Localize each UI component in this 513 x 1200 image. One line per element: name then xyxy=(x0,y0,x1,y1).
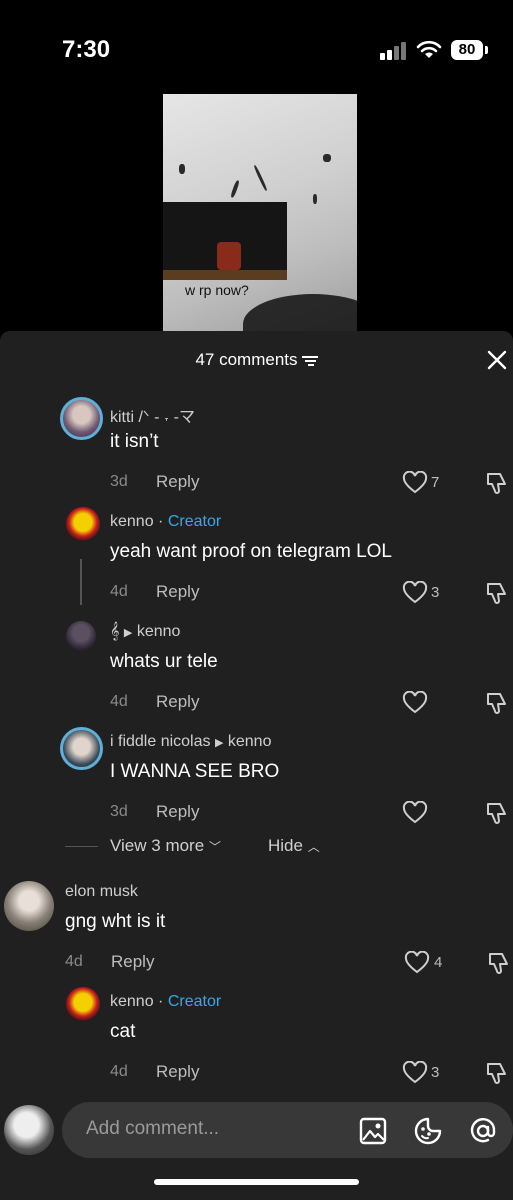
comment-username[interactable]: 𝄞 ▶ kenno xyxy=(110,623,180,641)
thread-divider xyxy=(65,846,98,847)
avatar[interactable] xyxy=(66,987,100,1021)
heart-icon[interactable] xyxy=(402,581,428,605)
dislike-icon[interactable] xyxy=(486,950,512,976)
reply-button[interactable]: Reply xyxy=(156,692,199,712)
comment-username[interactable]: kenno · Creator xyxy=(110,993,221,1011)
reply-to-username[interactable]: kenno xyxy=(137,623,181,640)
comment-age: 3d xyxy=(110,803,128,820)
comment-text: it isn’t xyxy=(110,431,159,452)
reply-button[interactable]: Reply xyxy=(156,1062,199,1082)
comments-count: 47 comments xyxy=(0,350,513,370)
comments-header: 47 comments xyxy=(0,331,513,389)
dislike-icon[interactable] xyxy=(484,800,510,826)
heart-icon[interactable] xyxy=(404,951,430,975)
image-icon[interactable] xyxy=(358,1116,388,1146)
like-count: 7 xyxy=(431,474,440,491)
avatar[interactable] xyxy=(66,507,100,541)
comment-age: 4d xyxy=(110,693,128,710)
comment-text: whats ur tele xyxy=(110,651,218,672)
comment-age: 4d xyxy=(110,1063,128,1080)
thread-line xyxy=(80,559,82,605)
wifi-icon xyxy=(416,40,442,58)
chevron-down-icon: ﹀ xyxy=(208,840,221,854)
comment-username[interactable]: i fiddle nicolas ▶ kenno xyxy=(110,733,271,751)
comment-age: 3d xyxy=(110,473,128,490)
home-indicator xyxy=(154,1179,359,1185)
comment-age: 4d xyxy=(110,583,128,600)
avatar[interactable] xyxy=(4,881,54,931)
reply-button[interactable]: Reply xyxy=(156,582,199,602)
chevron-up-icon: ︿ xyxy=(307,840,320,854)
mention-icon[interactable] xyxy=(468,1116,498,1146)
avatar[interactable] xyxy=(60,397,103,440)
comment-text: gng wht is it xyxy=(65,911,166,932)
close-icon[interactable] xyxy=(484,347,510,373)
hide-replies-button[interactable]: Hide ︿ xyxy=(268,836,320,856)
battery-indicator: 80 xyxy=(451,40,488,60)
video-game-frame xyxy=(163,202,287,280)
emoji-icon[interactable] xyxy=(413,1116,443,1146)
like-count: 3 xyxy=(431,1064,440,1081)
heart-icon[interactable] xyxy=(402,1061,428,1085)
comments-sheet: 47 comments kitti /ᐠ - ˕ -マ it isn’t 3d … xyxy=(0,331,513,1200)
reply-button[interactable]: Reply xyxy=(111,952,154,972)
reply-to-username[interactable]: kenno xyxy=(228,733,272,750)
reply-button[interactable]: Reply xyxy=(156,802,199,822)
avatar[interactable] xyxy=(60,727,103,770)
heart-icon[interactable] xyxy=(402,801,428,825)
status-bar: 7:30 80 xyxy=(0,0,513,90)
like-count: 3 xyxy=(431,584,440,601)
dislike-icon[interactable] xyxy=(484,690,510,716)
comment-username[interactable]: elon musk xyxy=(65,883,138,901)
status-time: 7:30 xyxy=(62,36,111,63)
comment-username[interactable]: kenno · Creator xyxy=(110,513,221,531)
video-player[interactable]: w rp now? xyxy=(163,94,357,331)
creator-badge: Creator xyxy=(167,513,222,530)
dislike-icon[interactable] xyxy=(484,580,510,606)
dislike-icon[interactable] xyxy=(484,470,510,496)
comment-text: I WANNA SEE BRO xyxy=(110,761,280,782)
creator-badge: Creator xyxy=(167,993,222,1010)
video-caption: w rp now? xyxy=(185,282,249,298)
comment-text: cat xyxy=(110,1021,136,1042)
reply-button[interactable]: Reply xyxy=(156,472,199,492)
comment-age: 4d xyxy=(65,953,83,970)
comment-composer xyxy=(0,1090,513,1200)
sort-icon[interactable] xyxy=(301,355,318,367)
dislike-icon[interactable] xyxy=(484,1060,510,1086)
avatar[interactable] xyxy=(66,621,96,651)
view-more-replies-button[interactable]: View 3 more ﹀ xyxy=(110,836,221,856)
comment-text: yeah want proof on telegram LOL xyxy=(110,541,393,562)
avatar[interactable] xyxy=(4,1105,54,1155)
comment-username[interactable]: kitti /ᐠ - ˕ -マ xyxy=(110,403,195,427)
cellular-signal-icon xyxy=(380,42,408,60)
comment-input-container[interactable] xyxy=(62,1102,513,1158)
heart-icon[interactable] xyxy=(402,471,428,495)
comment-input[interactable] xyxy=(86,1118,336,1140)
like-count: 4 xyxy=(434,954,443,971)
heart-icon[interactable] xyxy=(402,691,428,715)
